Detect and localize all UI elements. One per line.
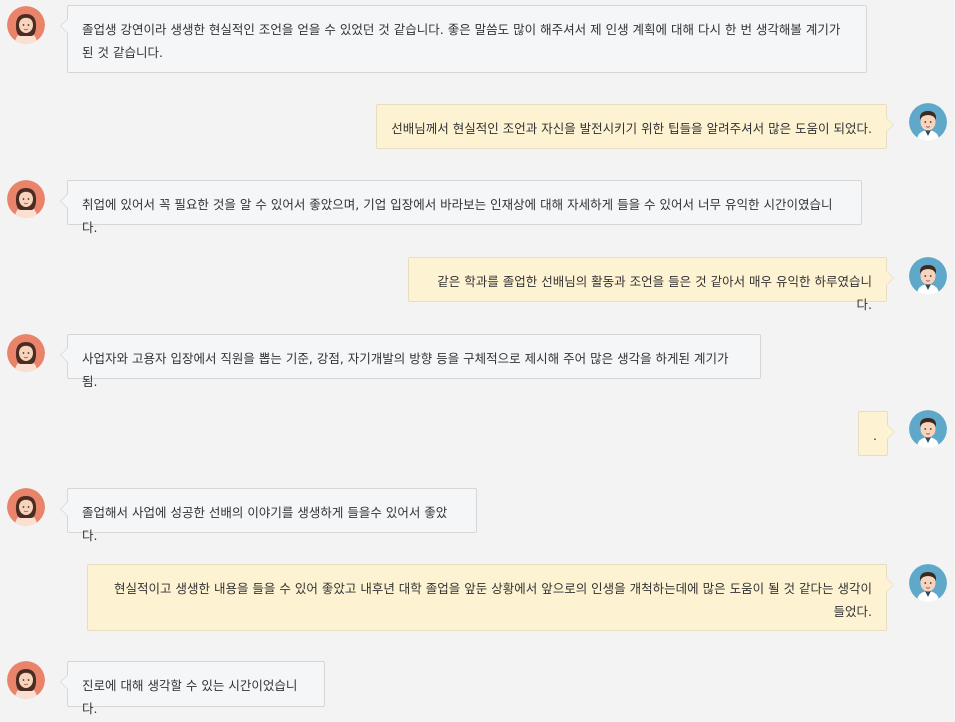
female-avatar-icon — [7, 488, 45, 526]
female-avatar-icon — [7, 6, 45, 44]
message-text: 취업에 있어서 꼭 필요한 것을 알 수 있어서 좋았으며, 기업 입장에서 바… — [82, 197, 833, 235]
male-avatar-icon — [909, 103, 947, 141]
male-avatar-icon — [909, 257, 947, 295]
message-text: 같은 학과를 졸업한 선배님의 활동과 조언을 들은 것 같아서 매우 유익한 … — [437, 274, 872, 312]
message-bubble: 졸업생 강연이라 생생한 현실적인 조언을 얻을 수 있었던 것 같습니다. 좋… — [60, 5, 867, 73]
female-avatar-icon — [7, 180, 45, 218]
message-text: . — [873, 428, 877, 443]
male-avatar-icon — [909, 410, 947, 448]
message-bubble: 졸업해서 사업에 성공한 선배의 이야기를 생생하게 들을수 있어서 좋았다. — [60, 488, 477, 543]
message-text: 선배님께서 현실적인 조언과 자신을 발전시키기 위한 팁들을 알려주셔서 많은… — [391, 121, 872, 136]
message-text: 졸업해서 사업에 성공한 선배의 이야기를 생생하게 들을수 있어서 좋았다. — [82, 505, 448, 543]
message-text: 현실적이고 생생한 내용을 들을 수 있어 좋았고 내후년 대학 졸업을 앞둔 … — [114, 581, 872, 619]
female-avatar-icon — [7, 334, 45, 372]
message-bubble: 같은 학과를 졸업한 선배님의 활동과 조언을 들은 것 같아서 매우 유익한 … — [408, 257, 894, 312]
female-avatar-icon — [7, 661, 45, 699]
message-bubble: 선배님께서 현실적인 조언과 자신을 발전시키기 위한 팁들을 알려주셔서 많은… — [376, 104, 894, 149]
message-bubble: 현실적이고 생생한 내용을 들을 수 있어 좋았고 내후년 대학 졸업을 앞둔 … — [87, 564, 894, 631]
message-bubble: 취업에 있어서 꼭 필요한 것을 알 수 있어서 좋았으며, 기업 입장에서 바… — [60, 180, 862, 235]
message-text: 진로에 대해 생각할 수 있는 시간이었습니다. — [82, 678, 298, 716]
message-bubble: 진로에 대해 생각할 수 있는 시간이었습니다. — [60, 661, 325, 716]
male-avatar-icon — [909, 564, 947, 602]
message-bubble: 사업자와 고용자 입장에서 직원을 뽑는 기준, 강점, 자기개발의 방향 등을… — [60, 334, 761, 389]
message-bubble: . — [858, 411, 895, 456]
message-text: 사업자와 고용자 입장에서 직원을 뽑는 기준, 강점, 자기개발의 방향 등을… — [82, 351, 729, 389]
message-text: 졸업생 강연이라 생생한 현실적인 조언을 얻을 수 있었던 것 같습니다. 좋… — [82, 22, 841, 60]
